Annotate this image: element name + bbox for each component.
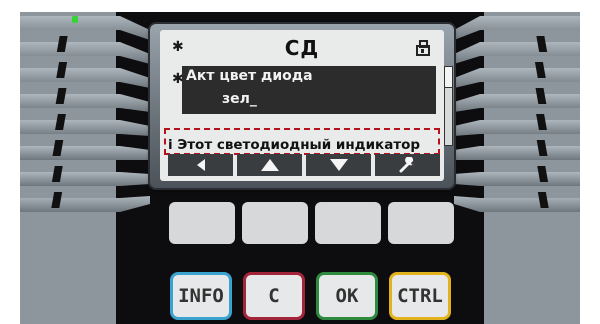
lock-icon xyxy=(416,40,430,60)
arrow-down-icon xyxy=(329,159,348,171)
arrow-up-icon xyxy=(260,159,279,171)
blank-button-4[interactable] xyxy=(388,202,454,244)
softkey-down[interactable] xyxy=(306,154,371,176)
ok-button[interactable]: OK xyxy=(316,272,378,320)
c-button[interactable]: C xyxy=(243,272,305,320)
softkey-up[interactable] xyxy=(237,154,302,176)
scrollbar-thumb[interactable] xyxy=(445,67,452,88)
info-button[interactable]: INFO xyxy=(170,272,232,320)
softkey-bar xyxy=(168,154,440,176)
left-side-housing xyxy=(20,12,116,324)
parameter-selection[interactable]: Акт цвет диода зел_ xyxy=(182,66,436,114)
blank-button-2[interactable] xyxy=(242,202,308,244)
softkey-left[interactable] xyxy=(168,154,233,176)
wrench-icon xyxy=(399,157,414,173)
right-side-housing xyxy=(484,12,580,324)
info-highlight-box xyxy=(164,128,440,155)
parameter-value: зел_ xyxy=(222,91,257,107)
arrow-left-icon xyxy=(196,159,205,171)
softkey-settings[interactable] xyxy=(375,154,440,176)
ctrl-button[interactable]: CTRL xyxy=(389,272,451,320)
parameter-label: Акт цвет диода xyxy=(186,68,313,84)
status-led xyxy=(72,16,78,23)
blank-button-1[interactable] xyxy=(169,202,235,244)
display-header: ✱ СД xyxy=(160,36,444,60)
menu-title: СД xyxy=(284,36,320,60)
blank-button-3[interactable] xyxy=(315,202,381,244)
scrollbar[interactable] xyxy=(444,66,453,146)
